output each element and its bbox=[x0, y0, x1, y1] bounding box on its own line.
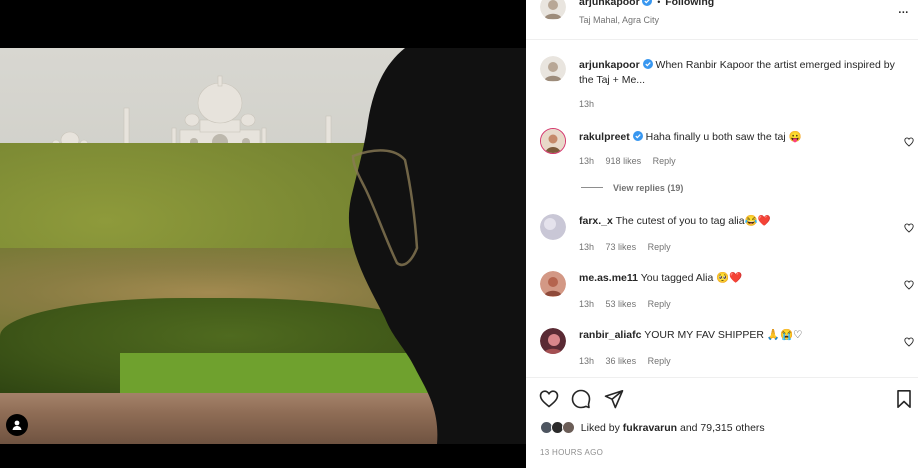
post-detail-panel: arjunkapoor • Following Taj Mahal, Agra … bbox=[526, 0, 918, 468]
user-tag-icon[interactable] bbox=[6, 414, 28, 436]
heart-icon[interactable] bbox=[904, 337, 914, 347]
caption-age: 13h bbox=[579, 99, 595, 109]
like-heart-icon[interactable] bbox=[539, 389, 559, 409]
verified-icon bbox=[632, 131, 643, 141]
bookmark-icon[interactable] bbox=[894, 389, 914, 409]
comment-likes[interactable]: 36 likes bbox=[606, 356, 637, 366]
view-replies-label: View replies (19) bbox=[613, 183, 684, 193]
author-line: arjunkapoor • Following bbox=[579, 0, 714, 8]
comment-likes[interactable]: 918 likes bbox=[606, 156, 642, 166]
commenter-avatar[interactable] bbox=[540, 128, 566, 154]
author-avatar[interactable] bbox=[540, 0, 566, 20]
commenter-avatar[interactable] bbox=[540, 271, 566, 297]
action-bar: Liked by fukravarun and 79,315 others 13… bbox=[526, 377, 918, 468]
post-location[interactable]: Taj Mahal, Agra City bbox=[579, 15, 659, 25]
comment-meta: 13h 918 likes Reply bbox=[579, 156, 685, 166]
comment-age: 13h bbox=[579, 356, 595, 366]
reply-button[interactable]: Reply bbox=[648, 299, 671, 309]
comment-icon[interactable] bbox=[571, 389, 591, 409]
verified-icon bbox=[642, 0, 653, 6]
reply-button[interactable]: Reply bbox=[653, 156, 676, 166]
comment-username[interactable]: rakulpreet bbox=[579, 131, 630, 143]
commenter-avatar[interactable] bbox=[540, 214, 566, 240]
comment-username[interactable]: me.as.me11 bbox=[579, 272, 638, 284]
comment-body: The cutest of you to tag alia😂❤️ bbox=[615, 215, 771, 227]
comment-username[interactable]: farx._x bbox=[579, 215, 613, 227]
verified-icon bbox=[642, 59, 653, 69]
comment-likes[interactable]: 53 likes bbox=[606, 299, 637, 309]
post-header: arjunkapoor • Following Taj Mahal, Agra … bbox=[526, 0, 918, 40]
liked-by-suffix[interactable]: and 79,315 others bbox=[680, 422, 765, 434]
comment-age: 13h bbox=[579, 156, 595, 166]
share-icon[interactable] bbox=[604, 389, 624, 409]
comment-meta: 13h 53 likes Reply bbox=[579, 299, 680, 309]
caption-text: arjunkapoor When Ranbir Kapoor the artis… bbox=[579, 58, 909, 88]
silhouette-face bbox=[348, 48, 526, 444]
comment-text: rakulpreet Haha finally u both saw the t… bbox=[579, 130, 909, 145]
liked-by-user[interactable]: fukravarun bbox=[623, 422, 677, 434]
comment-meta: 13h 36 likes Reply bbox=[579, 356, 680, 366]
heart-icon[interactable] bbox=[904, 280, 914, 290]
separator-dot: • bbox=[657, 0, 661, 7]
caption-username[interactable]: arjunkapoor bbox=[579, 59, 640, 71]
comment-meta: 13h 73 likes Reply bbox=[579, 242, 680, 252]
author-username[interactable]: arjunkapoor bbox=[579, 0, 640, 8]
liked-by-prefix: Liked by bbox=[580, 422, 620, 434]
comment-username[interactable]: ranbir_aliafc bbox=[579, 329, 641, 341]
heart-icon[interactable] bbox=[904, 137, 914, 147]
comment-body: YOUR MY FAV SHIPPER 🙏😭♡ bbox=[644, 329, 803, 341]
liked-by: Liked by fukravarun and 79,315 others bbox=[540, 421, 765, 434]
heart-icon[interactable] bbox=[904, 223, 914, 233]
post-time-ago[interactable]: 13 HOURS AGO bbox=[540, 448, 603, 457]
commenter-avatar[interactable] bbox=[540, 328, 566, 354]
caption-avatar[interactable] bbox=[540, 56, 566, 82]
comment-text: farx._x The cutest of you to tag alia😂❤️ bbox=[579, 214, 909, 229]
liker-avatar bbox=[561, 421, 575, 434]
comment-text: me.as.me11 You tagged Alia 🥺❤️ bbox=[579, 271, 909, 286]
comment-body: You tagged Alia 🥺❤️ bbox=[640, 272, 743, 284]
reply-button[interactable]: Reply bbox=[648, 356, 671, 366]
more-icon[interactable]: ... bbox=[898, 0, 909, 18]
following-button[interactable]: Following bbox=[665, 0, 714, 8]
comment-age: 13h bbox=[579, 299, 595, 309]
comment-text: ranbir_aliafc YOUR MY FAV SHIPPER 🙏😭♡ bbox=[579, 328, 909, 343]
reply-button[interactable]: Reply bbox=[648, 242, 671, 252]
comment-likes[interactable]: 73 likes bbox=[606, 242, 637, 252]
view-replies-button[interactable]: View replies (19) bbox=[581, 183, 683, 193]
comment-body: Haha finally u both saw the taj 😛 bbox=[645, 131, 802, 143]
post-media[interactable] bbox=[0, 0, 526, 468]
comment-age: 13h bbox=[579, 242, 595, 252]
